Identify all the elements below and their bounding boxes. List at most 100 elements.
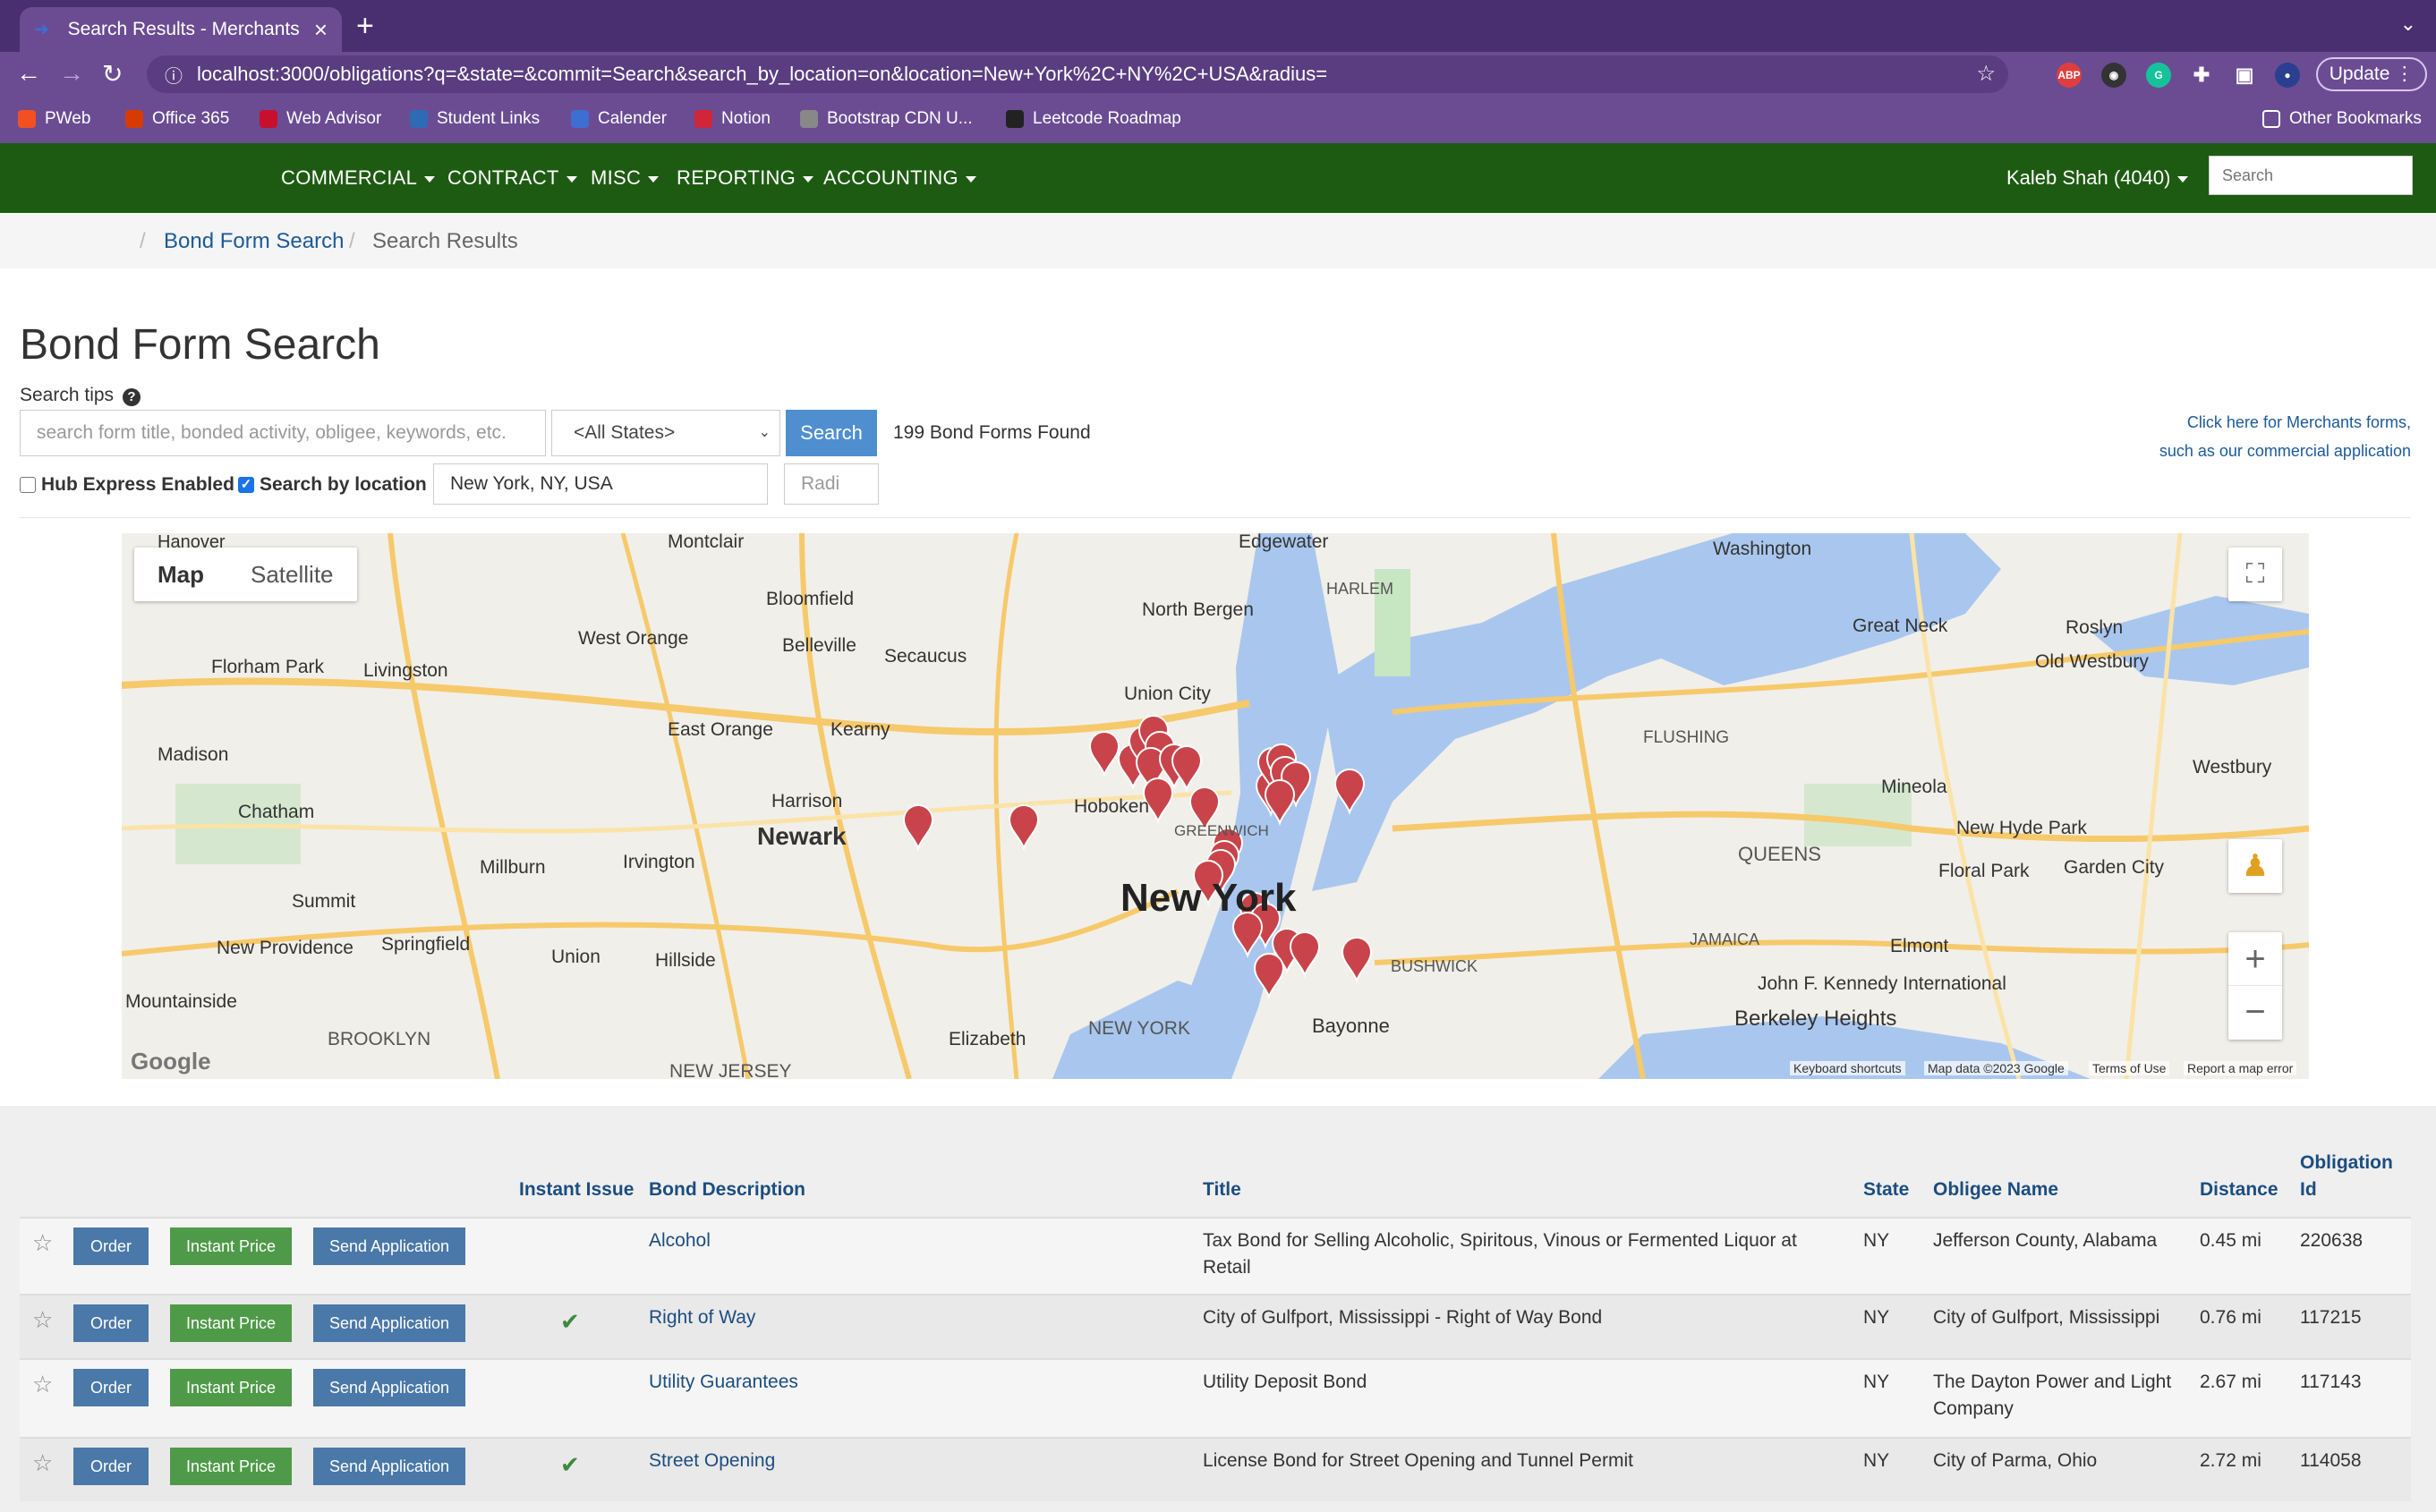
menu-contract[interactable]: CONTRACT [447, 166, 577, 190]
bookmark-star-icon[interactable]: ☆ [1976, 61, 1996, 87]
map-place-label: Elmont [1890, 936, 1949, 956]
map-marker-pin-icon[interactable] [1341, 937, 1373, 984]
menu-reporting[interactable]: REPORTING [677, 166, 814, 190]
site-info-icon[interactable]: ⓘ [165, 62, 183, 88]
bookmark-web-advisor[interactable]: Web Advisor [260, 109, 381, 129]
send-application-button[interactable]: Send Application [313, 1304, 465, 1342]
obligee-name: City of Gulfport, Mississippi [1933, 1304, 2193, 1331]
merchants-forms-link[interactable]: Click here for Merchants forms, [2187, 413, 2411, 432]
search-by-location-checkbox[interactable]: ✓ Search by location [238, 474, 427, 496]
navbar-search-input[interactable] [2209, 156, 2413, 195]
header-title[interactable]: Title [1203, 1179, 1241, 1201]
new-tab-icon[interactable]: + [356, 9, 374, 44]
checkbox-checked-icon[interactable]: ✓ [238, 477, 254, 493]
obligation-id-cell: 117215 [2300, 1307, 2362, 1328]
order-button[interactable]: Order [73, 1448, 149, 1485]
favorite-star-icon[interactable]: ☆ [32, 1371, 53, 1398]
order-button[interactable]: Order [73, 1369, 149, 1406]
keyboard-shortcuts-link[interactable]: Keyboard shortcuts [1790, 1061, 1905, 1075]
menu-accounting[interactable]: ACCOUNTING [823, 166, 976, 190]
favorite-star-icon[interactable]: ☆ [32, 1306, 53, 1334]
send-application-button[interactable]: Send Application [313, 1369, 465, 1406]
header-distance[interactable]: Distance [2200, 1179, 2278, 1201]
map-type-map-button[interactable]: Map [134, 548, 227, 601]
url-omnibox[interactable]: ⓘ localhost:3000/obligations?q=&state=&c… [147, 55, 2008, 93]
header-instant-issue[interactable]: Instant Issue [519, 1179, 634, 1201]
bookmark-office365[interactable]: Office 365 [125, 109, 229, 129]
order-button[interactable]: Order [73, 1304, 149, 1342]
instant-price-button[interactable]: Instant Price [170, 1304, 292, 1342]
close-tab-icon[interactable]: × [314, 16, 328, 44]
merchants-forms-link-line2[interactable]: such as our commercial application [2159, 442, 2411, 461]
bond-description-link[interactable]: Street Opening [649, 1448, 775, 1474]
header-state[interactable]: State [1863, 1179, 1909, 1201]
state-select[interactable]: <All States> ⌄ [551, 410, 780, 456]
fullscreen-icon[interactable]: ⛶ [2228, 548, 2282, 601]
grammarly-extension-icon[interactable]: G [2146, 63, 2171, 88]
bookmark-leetcode-roadmap[interactable]: Leetcode Roadmap [1006, 109, 1181, 129]
breadcrumb-bond-form-search[interactable]: Bond Form Search [164, 229, 344, 254]
terms-of-use-link[interactable]: Terms of Use [2089, 1061, 2170, 1075]
radius-input[interactable]: Radi [784, 463, 879, 505]
profile-avatar[interactable]: ● [2275, 63, 2300, 88]
forward-icon[interactable]: → [59, 59, 84, 88]
header-obligation-id-line2[interactable]: Id [2300, 1179, 2317, 1201]
update-button[interactable]: Update ⋮ [2316, 57, 2427, 91]
map-type-satellite-button[interactable]: Satellite [227, 548, 357, 601]
bookmark-other-bookmarks[interactable]: Other Bookmarks [2262, 109, 2422, 129]
table-row: ☆ Order Instant Price Send Application U… [20, 1358, 2411, 1437]
search-button[interactable]: Search [786, 410, 877, 456]
location-input[interactable]: New York, NY, USA [433, 463, 768, 505]
instant-price-button[interactable]: Instant Price [170, 1448, 292, 1485]
map-marker-pin-icon[interactable] [1008, 804, 1040, 852]
report-map-error-link[interactable]: Report a map error [2184, 1061, 2297, 1075]
order-button[interactable]: Order [73, 1227, 149, 1265]
header-obligee-name[interactable]: Obligee Name [1933, 1179, 2058, 1201]
bookmark-notion[interactable]: Notion [694, 109, 771, 129]
favorite-star-icon[interactable]: ☆ [32, 1449, 53, 1477]
bookmark-calender[interactable]: Calender [571, 109, 667, 129]
send-application-button[interactable]: Send Application [313, 1227, 465, 1265]
help-icon[interactable]: ? [122, 388, 141, 406]
bookmark-pweb[interactable]: PWeb [18, 109, 90, 129]
search-tips[interactable]: Search tips ? [20, 385, 141, 406]
zoom-in-button[interactable]: + [2228, 932, 2282, 986]
map-marker-pin-icon[interactable] [1289, 931, 1321, 979]
checkbox-unchecked[interactable] [20, 477, 36, 493]
bond-title-line: License Bond for Street Opening and Tunn… [1203, 1450, 1633, 1471]
pegman-icon[interactable]: ♟ [2228, 839, 2282, 893]
menu-commercial[interactable]: COMMERCIAL [281, 166, 436, 190]
browser-tab[interactable]: ➜ Search Results - Merchants Bo × [20, 7, 342, 52]
results-table: Instant Issue Bond Description Title Sta… [0, 1106, 2436, 1512]
menu-misc[interactable]: MISC [591, 166, 660, 190]
adblock-extension-icon[interactable]: ABP [2057, 63, 2082, 88]
user-menu[interactable]: Kaleb Shah (4040) [2006, 166, 2189, 190]
send-application-button[interactable]: Send Application [313, 1448, 465, 1485]
hub-express-checkbox[interactable]: Hub Express Enabled [20, 474, 234, 496]
map-marker-pin-icon[interactable] [1088, 731, 1120, 778]
extension-icon[interactable]: ◉ [2101, 63, 2126, 88]
header-obligation-id[interactable]: Obligation [2300, 1152, 2393, 1174]
bond-description-link[interactable]: Right of Way [649, 1304, 755, 1331]
search-query-input[interactable]: search form title, bonded activity, obli… [20, 410, 546, 456]
instant-price-button[interactable]: Instant Price [170, 1369, 292, 1406]
extensions-puzzle-icon[interactable]: ✚ [2189, 63, 2214, 88]
header-bond-description[interactable]: Bond Description [649, 1179, 805, 1201]
bookmark-student-links[interactable]: Student Links [410, 109, 540, 129]
map-place-label: HARLEM [1326, 580, 1393, 598]
side-panel-icon[interactable]: ▣ [2232, 63, 2257, 88]
back-icon[interactable]: ← [16, 59, 41, 88]
map-data-attribution: Map data ©2023 Google [1924, 1061, 2068, 1075]
bond-description-link[interactable]: Utility Guarantees [649, 1369, 798, 1396]
map-canvas[interactable]: Hanover Montclair EdgewaterHARLEMWashingto… [122, 533, 2309, 1079]
favorite-star-icon[interactable]: ☆ [32, 1229, 53, 1257]
instant-price-button[interactable]: Instant Price [170, 1227, 292, 1265]
bookmark-bootstrap-cdn[interactable]: Bootstrap CDN U... [800, 109, 973, 129]
zoom-out-button[interactable]: − [2228, 986, 2282, 1038]
results-map[interactable]: Hanover Montclair Edgewater HARLEM Washingto… [122, 533, 2309, 1079]
tab-search-chevron-icon[interactable]: ⌄ [2400, 13, 2416, 36]
reload-icon[interactable]: ↻ [102, 59, 123, 89]
map-place-label: Great Neck [1853, 616, 1948, 636]
bond-description-link[interactable]: Alcohol [649, 1227, 711, 1254]
map-marker-pin-icon[interactable] [902, 804, 934, 852]
